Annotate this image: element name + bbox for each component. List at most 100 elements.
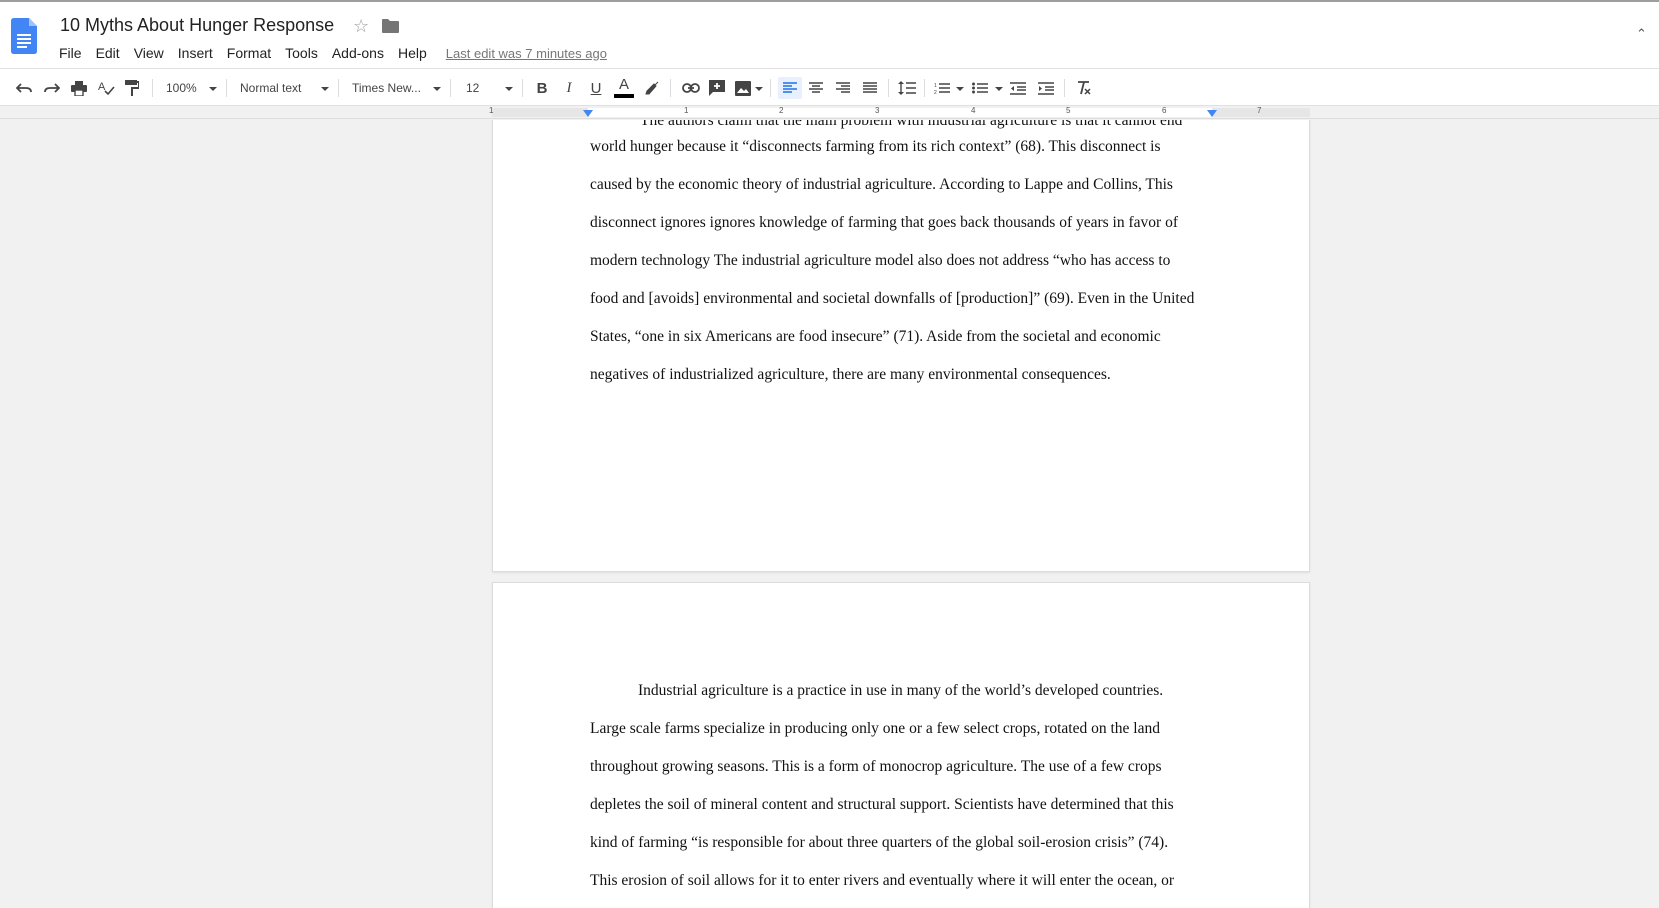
document-title[interactable]: 10 Myths About Hunger Response [60, 15, 334, 36]
undo-button[interactable] [14, 77, 34, 99]
align-left-icon [783, 82, 797, 93]
clear-formatting-button[interactable] [1074, 77, 1094, 99]
bold-button[interactable]: B [532, 77, 552, 99]
text-color-icon: A [618, 76, 629, 93]
bulleted-list-button[interactable] [970, 77, 990, 99]
document-line: This erosion of soil allows for it to en… [590, 872, 1175, 889]
separator [670, 79, 671, 97]
menu-insert[interactable]: Insert [171, 44, 220, 62]
zoom-caret-icon[interactable] [209, 87, 217, 91]
text-color-button[interactable]: A [613, 77, 635, 99]
spellcheck-icon: A [98, 81, 115, 96]
document-line: world hunger because it “disconnects far… [590, 138, 1161, 155]
star-icon[interactable]: ☆ [353, 15, 369, 37]
menu-file[interactable]: File [52, 44, 89, 62]
ruler-number: 5 [1066, 106, 1071, 115]
font-size-select[interactable]: 12 [466, 77, 506, 99]
ruler-left-margin [492, 108, 588, 117]
left-indent-marker[interactable] [583, 110, 593, 117]
menu-help[interactable]: Help [391, 44, 434, 62]
collapse-menus-icon[interactable]: ⌃ [1636, 26, 1647, 42]
bulleted-list-icon [972, 82, 988, 94]
ruler-number: 1 [489, 106, 494, 115]
numbered-list-caret-icon[interactable] [956, 87, 964, 91]
decrease-indent-icon [1010, 81, 1026, 95]
align-center-button[interactable] [806, 77, 826, 99]
menu-format[interactable]: Format [220, 44, 278, 62]
align-center-icon [809, 82, 823, 93]
align-right-icon [836, 82, 850, 93]
style-select[interactable]: Normal text [240, 77, 320, 99]
align-right-button[interactable] [833, 77, 853, 99]
document-line: modern technology The industrial agricul… [590, 252, 1171, 269]
align-left-button[interactable] [778, 77, 802, 99]
document-page[interactable]: The authors claim that the main problem … [492, 120, 1310, 572]
italic-icon: I [566, 79, 572, 96]
document-page[interactable]: Industrial agriculture is a practice in … [492, 582, 1310, 908]
highlight-button[interactable] [642, 77, 662, 99]
paint-format-button[interactable] [122, 77, 142, 99]
redo-icon [44, 83, 60, 93]
font-select[interactable]: Times New... [352, 77, 432, 99]
numbered-list-button[interactable]: 12 [932, 77, 952, 99]
italic-button[interactable]: I [559, 77, 579, 99]
document-canvas[interactable]: The authors claim that the main problem … [0, 120, 1659, 908]
clear-formatting-icon [1078, 81, 1091, 95]
increase-indent-button[interactable] [1036, 77, 1056, 99]
underline-icon: U [590, 79, 602, 97]
image-button[interactable] [733, 77, 753, 99]
line-spacing-icon [898, 81, 916, 95]
spellcheck-button[interactable]: A [96, 77, 116, 99]
link-button[interactable] [680, 77, 702, 99]
document-line: food and [avoids] environmental and soci… [590, 290, 1195, 307]
menu-edit[interactable]: Edit [89, 44, 127, 62]
numbered-list-icon: 12 [934, 83, 950, 95]
comment-button[interactable] [707, 77, 727, 99]
text-color-swatch [614, 94, 634, 98]
line-spacing-button[interactable] [896, 77, 918, 99]
menu-tools[interactable]: Tools [278, 44, 325, 62]
link-icon [682, 83, 700, 93]
menu-view[interactable]: View [127, 44, 171, 62]
style-value: Normal text [240, 81, 302, 95]
document-line: throughout growing seasons. This is a fo… [590, 758, 1162, 775]
document-line: Industrial agriculture is a practice in … [638, 682, 1164, 699]
docs-logo-icon[interactable] [11, 18, 37, 54]
justify-icon [863, 82, 877, 93]
justify-button[interactable] [860, 77, 880, 99]
font-value: Times New... [352, 81, 421, 95]
bold-icon: B [536, 79, 548, 97]
document-line: kind of farming “is responsible for abou… [590, 834, 1169, 851]
print-button[interactable] [69, 77, 89, 99]
last-edit-link[interactable]: Last edit was 7 minutes ago [446, 46, 607, 61]
redo-button[interactable] [42, 77, 62, 99]
document-line: Large scale farms specialize in producin… [590, 720, 1160, 737]
separator [770, 79, 771, 97]
separator [924, 79, 925, 97]
separator [888, 79, 889, 97]
image-icon [735, 80, 751, 96]
folder-icon[interactable] [382, 19, 399, 33]
ruler-track [492, 108, 1310, 117]
svg-text:2: 2 [934, 90, 937, 95]
comment-icon [709, 80, 725, 96]
style-caret-icon[interactable] [321, 87, 329, 91]
menu-addons[interactable]: Add-ons [325, 44, 391, 62]
menu-bar: File Edit View Insert Format Tools Add-o… [52, 43, 607, 63]
separator [152, 79, 153, 97]
underline-button[interactable]: U [586, 77, 606, 99]
document-line: depletes the soil of mineral content and… [590, 796, 1174, 813]
image-caret-icon[interactable] [755, 87, 763, 91]
font-caret-icon[interactable] [433, 87, 441, 91]
document-line: States, “one in six Americans are food i… [590, 328, 1161, 345]
right-indent-marker[interactable] [1207, 110, 1217, 117]
font-size-caret-icon[interactable] [505, 87, 513, 91]
separator [338, 79, 339, 97]
bulleted-list-caret-icon[interactable] [995, 87, 1003, 91]
document-line: The authors claim that the main problem … [640, 120, 1183, 129]
ruler-number: 3 [875, 106, 880, 115]
ruler-number: 1 [684, 106, 689, 115]
ruler[interactable]: 1 1 2 3 4 5 6 7 [0, 106, 1659, 119]
document-line: negatives of industrialized agriculture,… [590, 366, 1111, 383]
decrease-indent-button[interactable] [1008, 77, 1028, 99]
